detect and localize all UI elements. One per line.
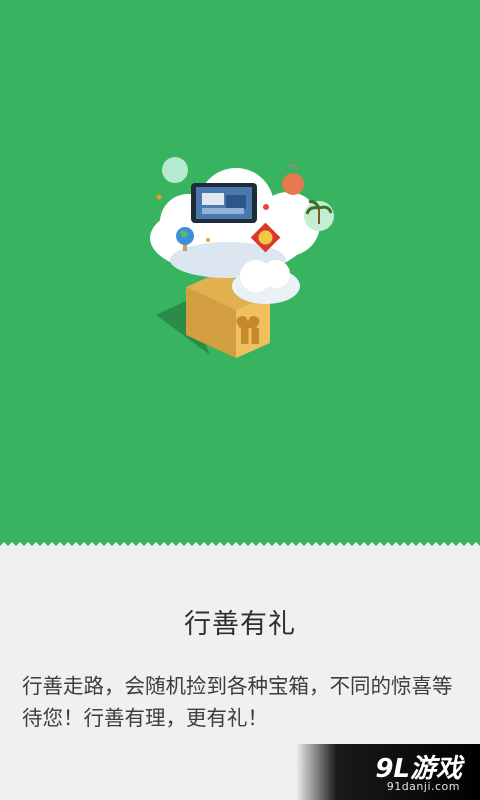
decoration-dot (156, 194, 162, 200)
tag-icon (282, 163, 304, 195)
tablet-icon (191, 183, 257, 223)
treasure-box-illustration (150, 157, 334, 358)
decoration-bubble (162, 157, 188, 183)
page-description: 行善走路，会随机捡到各种宝箱，不同的惊喜等待您！行善有理，更有礼！ (22, 674, 453, 730)
zigzag-divider (0, 542, 480, 552)
decoration-dot (206, 238, 210, 242)
palm-tree-icon (304, 200, 334, 231)
watermark: 9L游戏 91danji.com (296, 744, 480, 800)
decoration-dot (263, 204, 269, 210)
page-title: 行善有礼 (184, 609, 296, 640)
watermark-url: 91danji.com (386, 780, 460, 793)
hero-banner (0, 0, 480, 548)
